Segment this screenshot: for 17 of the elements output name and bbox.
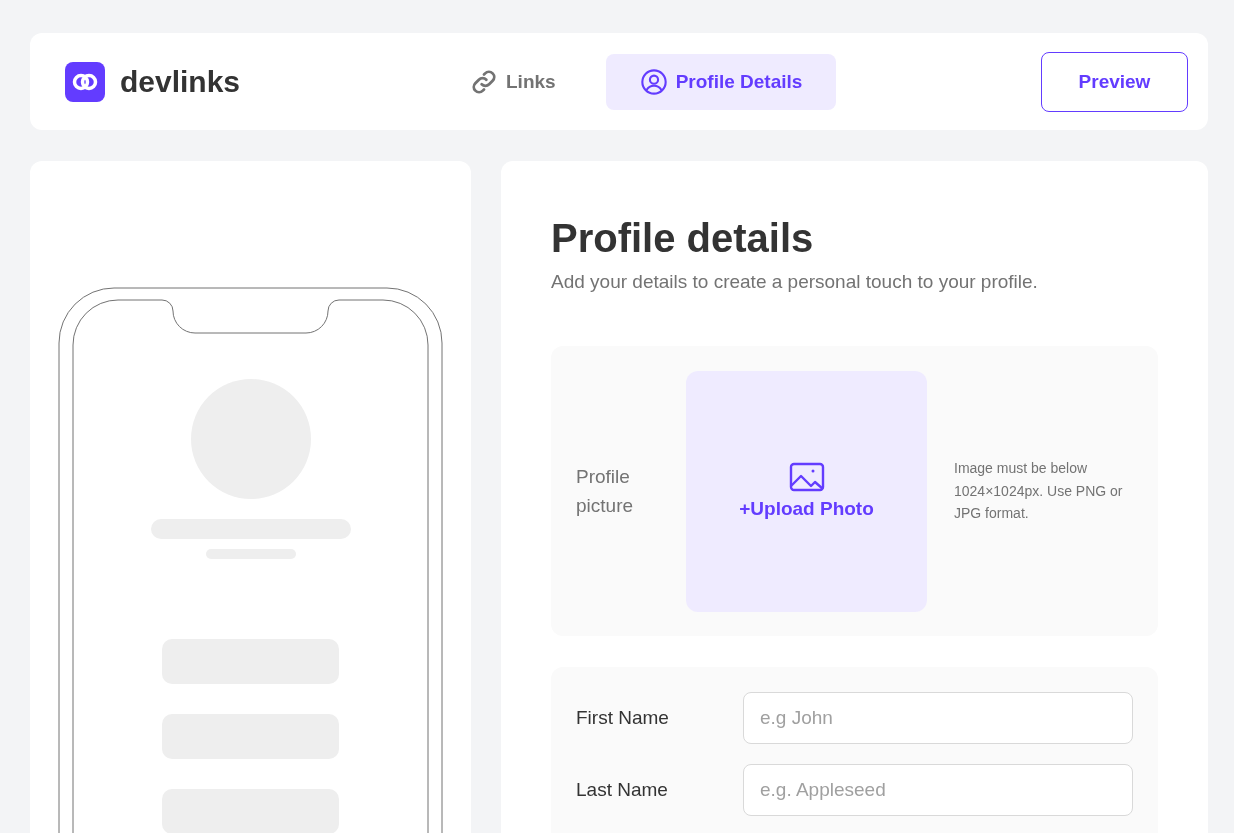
input-field[interactable]: e.g John: [743, 692, 1133, 744]
upload-photo-button[interactable]: +Upload Photo: [686, 370, 927, 612]
logo-text: devlinks: [120, 64, 241, 99]
nav-tab[interactable]: Profile Details: [605, 53, 837, 110]
image-icon: [788, 462, 825, 492]
field-label: Profile picture: [576, 464, 635, 518]
link-icon: [470, 67, 498, 96]
preview-button[interactable]: Preview: [1041, 51, 1188, 112]
nav-tab[interactable]: Links: [436, 53, 590, 110]
logo-icon: [65, 61, 105, 102]
page-title: Profile details: [551, 216, 815, 261]
input-field[interactable]: e.g. Appleseed: [743, 764, 1133, 816]
page-subtitle: Add your details to create a personal touch to your profile.: [551, 271, 1039, 293]
profile-icon: [639, 67, 668, 96]
field-label: Last Name: [576, 779, 669, 801]
picture-hint: Image must be below 1024×1024px. Use PNG or JPG format.: [954, 459, 1124, 524]
field-label: First Name: [576, 707, 670, 729]
